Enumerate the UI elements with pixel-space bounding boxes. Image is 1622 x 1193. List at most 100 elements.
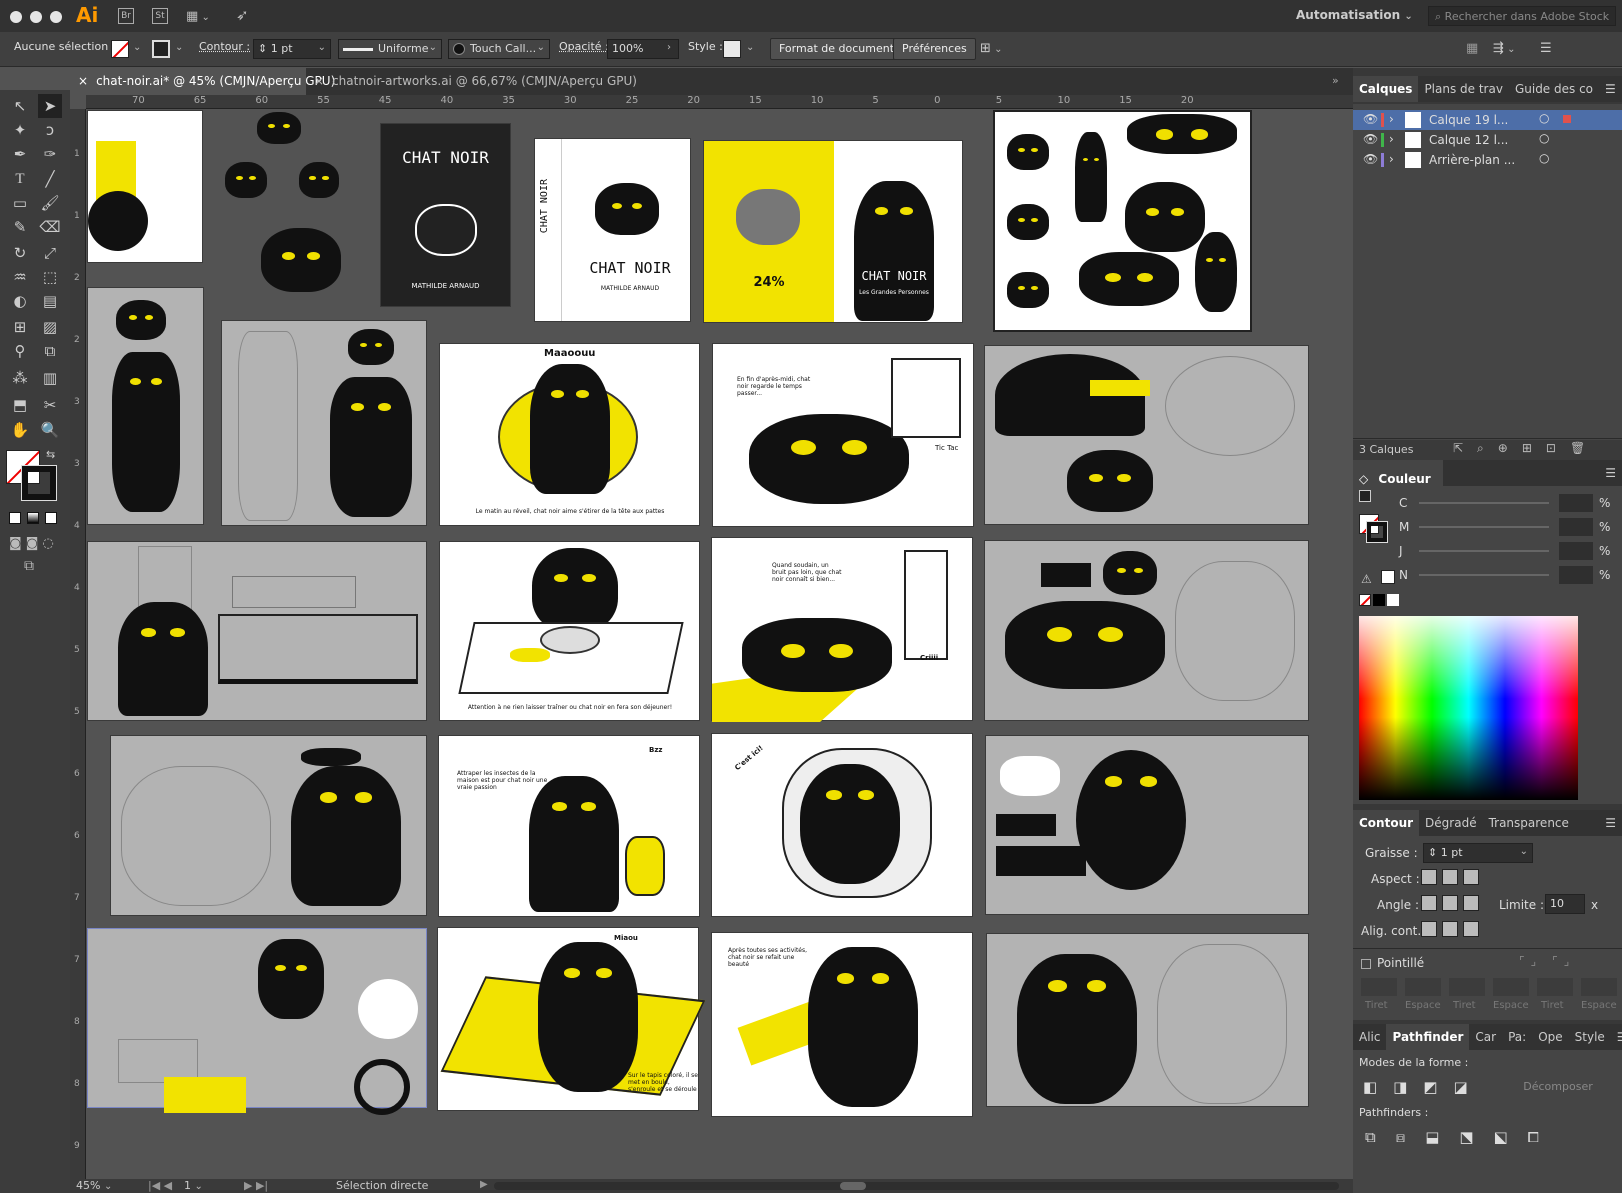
stock-button[interactable]: St: [152, 8, 168, 24]
artboard-cutout-4[interactable]: [87, 541, 427, 721]
scale-tool-icon[interactable]: ⤢: [38, 241, 62, 265]
status-menu-icon[interactable]: ▶: [480, 1179, 488, 1190]
tab-calques[interactable]: Calques: [1353, 76, 1419, 102]
chevron-right-icon[interactable]: ›: [667, 42, 671, 53]
page-breakfast[interactable]: Attention à ne rien laisser traîner ou c…: [439, 541, 700, 721]
pathfinder-buttons[interactable]: ⧉⧈⬓⬔⬕⧠: [1365, 1128, 1559, 1146]
tab-guide-des-couleurs[interactable]: Guide des co: [1509, 76, 1599, 102]
none-mode-icon[interactable]: [45, 512, 57, 524]
eyedropper-icon[interactable]: ⚲: [8, 339, 32, 363]
canvas[interactable]: CHAT NOIR MATHILDE ARNAUD CHAT NOIR CHAT…: [87, 110, 1353, 1178]
lasso-icon[interactable]: ↄ: [38, 118, 62, 142]
artboard-cutout-7[interactable]: [985, 735, 1309, 915]
artboard-cutout-2[interactable]: [221, 320, 427, 526]
artboard-cover-dark[interactable]: CHAT NOIR MATHILDE ARNAUD: [380, 123, 511, 307]
layer-row[interactable]: 👁 › Arrière-plan ... ○: [1353, 150, 1622, 170]
blend-tool-icon[interactable]: ⧉: [38, 339, 62, 363]
stroke-swatch[interactable]: [152, 40, 170, 58]
tab-plans-de-travail[interactable]: Plans de trav: [1418, 76, 1509, 102]
panel-menu-icon[interactable]: ☰: [1599, 460, 1622, 486]
layer-name[interactable]: Arrière-plan ...: [1429, 153, 1515, 167]
cat-heads-group[interactable]: [207, 110, 357, 300]
zoom-window-button[interactable]: [50, 11, 62, 23]
tab-contour[interactable]: Contour: [1353, 810, 1420, 836]
artboard-cover-spine[interactable]: CHAT NOIR CHAT NOIR MATHILDE ARNAUD: [534, 138, 691, 322]
minimize-window-button[interactable]: [30, 11, 42, 23]
curvature-tool-icon[interactable]: ✑: [38, 142, 62, 166]
tab-degrade[interactable]: Dégradé: [1419, 810, 1483, 836]
line-tool-icon[interactable]: ╱: [38, 167, 62, 191]
graisse-field[interactable]: ⇕ 1 pt ⌄: [1423, 843, 1533, 863]
perspective-grid-icon[interactable]: ▤: [38, 289, 62, 313]
tab-chatnoir-artworks[interactable]: × chatnoir-artworks.ai @ 66,67% (CMJN/Ape…: [306, 68, 637, 95]
layer-name[interactable]: Calque 12 l...: [1429, 133, 1508, 147]
pen-tool-icon[interactable]: ✒: [8, 142, 32, 166]
decompose-button[interactable]: Décomposer: [1503, 1078, 1613, 1098]
out-of-gamut-icon[interactable]: ⚠: [1361, 572, 1372, 586]
cap-buttons[interactable]: [1421, 869, 1480, 889]
panel-menu-icon[interactable]: ☰: [1599, 810, 1622, 836]
fill-swatch[interactable]: [111, 40, 129, 58]
artboard-number-select[interactable]: 1 ⌄: [184, 1179, 238, 1192]
panel-menu-icon[interactable]: ☰: [1611, 1024, 1622, 1050]
artboard-back-cover[interactable]: 24% CHAT NOIR Les Grandes Personnes: [703, 140, 963, 323]
last-artboard-icon[interactable]: ▶ ▶|: [244, 1179, 268, 1192]
tab-pathfinder[interactable]: Pathfinder: [1386, 1024, 1470, 1050]
expand-arrow-icon[interactable]: ›: [1389, 132, 1394, 146]
layer-row[interactable]: 👁 › Calque 19 l... ○: [1353, 110, 1622, 130]
expand-arrow-icon[interactable]: ›: [1389, 152, 1394, 166]
rotate-tool-icon[interactable]: ↻: [8, 241, 32, 265]
page-grooming[interactable]: Après toutes ses activités, chat noir se…: [711, 932, 973, 1117]
page-insects[interactable]: Attraper les insectes de la maison est p…: [438, 735, 700, 917]
expand-arrow-icon[interactable]: ›: [1389, 112, 1394, 126]
swap-colors-icon[interactable]: ⇆: [46, 448, 55, 461]
close-window-button[interactable]: [10, 11, 22, 23]
artboard-cat-poses[interactable]: [993, 110, 1252, 332]
shape-builder-icon[interactable]: ◐: [8, 289, 32, 313]
chevron-down-icon[interactable]: ⌄: [133, 42, 141, 53]
chevron-down-icon[interactable]: ⌄: [746, 42, 754, 53]
rocket-icon[interactable]: ➶: [236, 6, 249, 24]
close-tab-icon[interactable]: ×: [78, 74, 88, 88]
tab-transparence[interactable]: Transparence: [1483, 810, 1575, 836]
channel-m[interactable]: M%: [1399, 518, 1613, 536]
artboard-cutout-5[interactable]: [984, 540, 1309, 721]
tabs-overflow-icon[interactable]: »: [1332, 74, 1339, 87]
shape-mode-buttons[interactable]: ◧◨◩◪: [1363, 1078, 1484, 1096]
stroke-color-box[interactable]: [22, 466, 56, 500]
target-icon[interactable]: ○: [1539, 131, 1549, 145]
align-icon[interactable]: ▦: [1466, 41, 1478, 56]
artboard-cutout-9[interactable]: [986, 933, 1309, 1107]
stock-search-input[interactable]: ⌕ Rechercher dans Adobe Stock: [1428, 6, 1616, 26]
document-format-button[interactable]: Format de document: [770, 38, 904, 60]
scrollbar-thumb[interactable]: [840, 1182, 866, 1190]
horizontal-scrollbar[interactable]: [494, 1182, 1339, 1190]
page-morning-stretch[interactable]: Maaoouu Le matin au réveil, chat noir ai…: [439, 343, 700, 526]
mesh-tool-icon[interactable]: ⊞: [8, 315, 32, 339]
panel-menu-icon[interactable]: ☰: [1599, 76, 1622, 102]
none-swatch[interactable]: [1359, 594, 1371, 606]
arrange-icon[interactable]: ⊞ ⌄: [980, 41, 1002, 56]
brush-select[interactable]: Touch Call... ⌄: [448, 39, 550, 59]
artboard-character-partial[interactable]: [87, 110, 203, 263]
target-icon[interactable]: ○: [1539, 151, 1549, 165]
layer-name[interactable]: Calque 19 l...: [1429, 113, 1508, 127]
channel-n[interactable]: N%: [1399, 566, 1613, 584]
gradient-mode-icon[interactable]: [27, 512, 39, 524]
white-swatch[interactable]: [1381, 570, 1395, 584]
close-tab-icon[interactable]: ×: [314, 74, 324, 88]
channel-j[interactable]: J%: [1399, 542, 1613, 560]
gradient-tool-icon[interactable]: ▨: [38, 315, 62, 339]
zoom-select[interactable]: 45% ⌄: [76, 1179, 140, 1192]
opacity-label[interactable]: Opacité :: [559, 40, 609, 53]
bridge-button[interactable]: Br: [118, 8, 134, 24]
white-swatch-small[interactable]: [1387, 594, 1399, 606]
vertical-ruler[interactable]: 1 1 2 2 3 3 4 4 5 5 6 6 7 7 8 8 9: [70, 109, 86, 1179]
eye-icon[interactable]: 👁: [1363, 132, 1378, 146]
dash-align-icons[interactable]: ⌜⌟ ⌜⌟: [1519, 954, 1575, 968]
dashed-checkbox[interactable]: Pointillé: [1361, 956, 1424, 970]
black-swatch[interactable]: [1373, 594, 1385, 606]
eye-icon[interactable]: 👁: [1363, 152, 1378, 166]
draw-mode-icon[interactable]: ◙ ◙ ◌: [9, 536, 54, 551]
chevron-down-icon[interactable]: ⌄: [175, 42, 183, 53]
